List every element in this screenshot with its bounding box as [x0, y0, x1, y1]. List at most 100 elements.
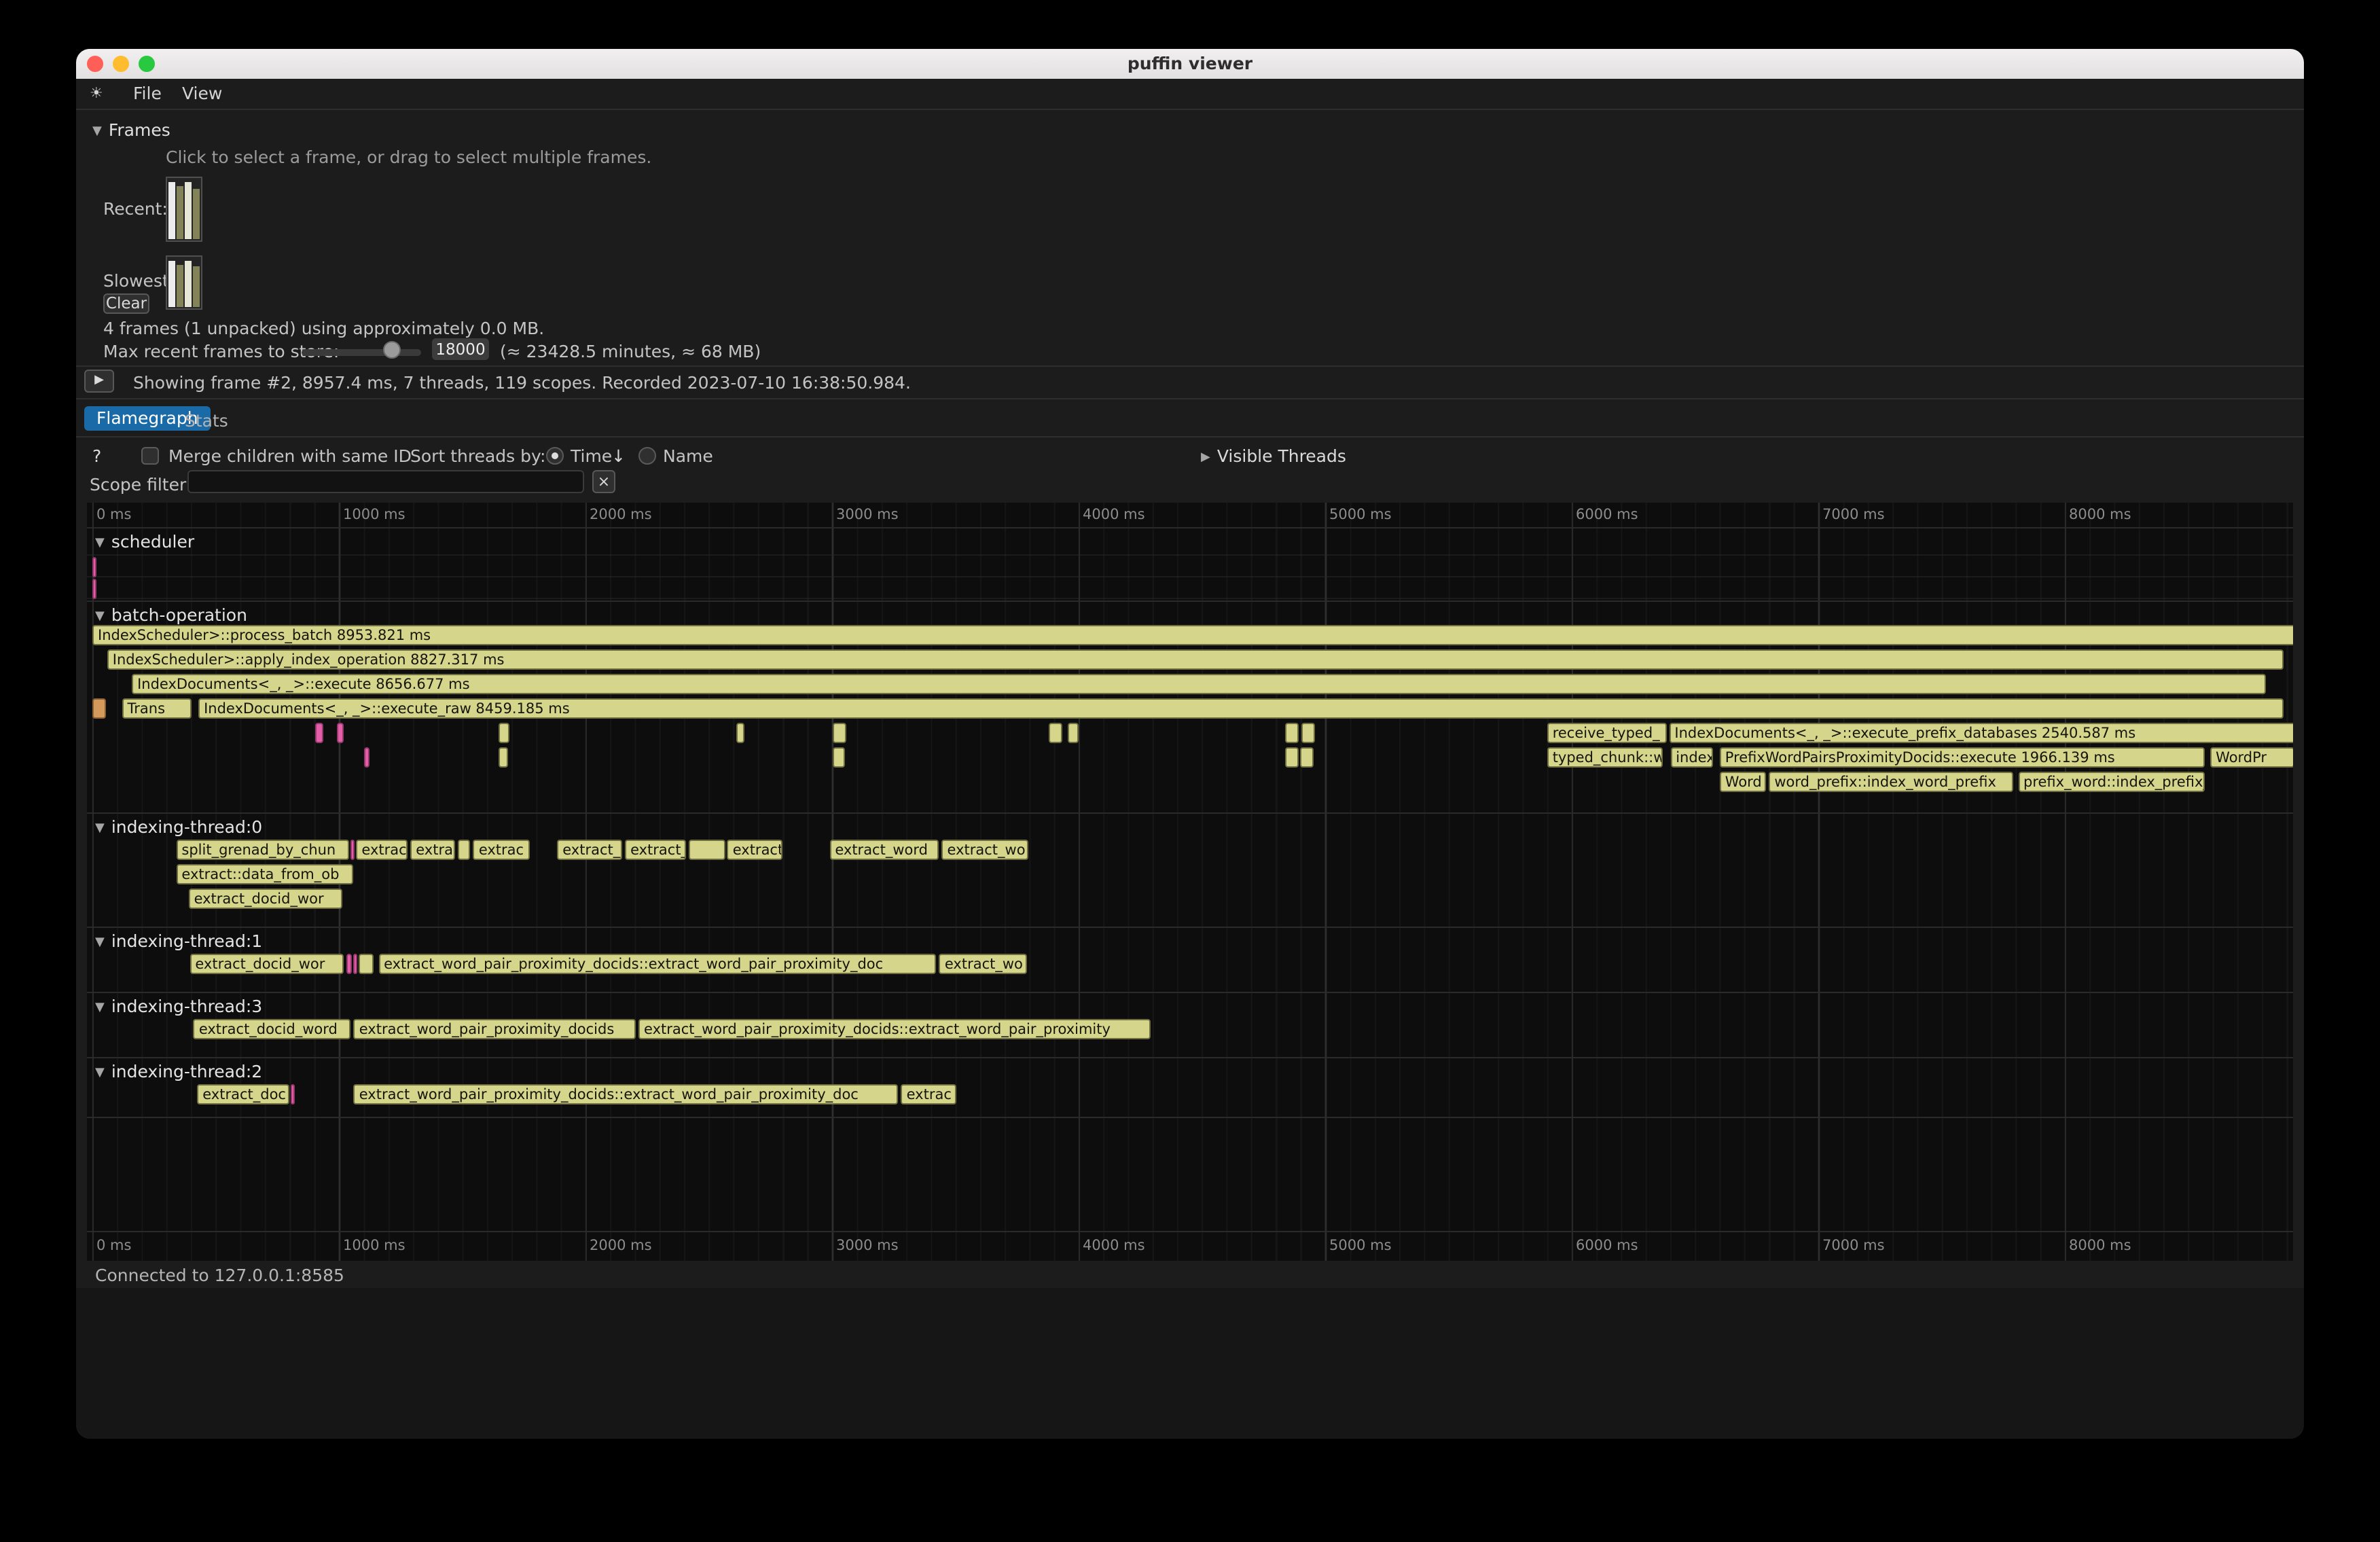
- scope-bar[interactable]: extract: [356, 840, 408, 860]
- scope-bar[interactable]: extract_wo: [939, 954, 1027, 974]
- scope-bar[interactable]: [1286, 723, 1299, 743]
- tab-stats[interactable]: Stats: [185, 410, 228, 431]
- frames-section-header[interactable]: ▼Frames: [92, 120, 170, 143]
- scope-bar[interactable]: IndexDocuments<_, _>::execute 8656.677 m…: [132, 674, 2266, 694]
- max-frames-slider-knob[interactable]: [383, 341, 401, 359]
- scope-bar[interactable]: prefix_word::index_prefix_wo: [2018, 772, 2204, 792]
- scope-bar[interactable]: [350, 840, 355, 860]
- scope-bar[interactable]: word_prefix::index_word_prefix: [1769, 772, 2013, 792]
- scope-bar[interactable]: [1302, 723, 1316, 743]
- thread-header-indexing-thread:3[interactable]: ▼indexing-thread:3: [95, 997, 262, 1018]
- scope-bar[interactable]: IndexScheduler>::process_batch 8953.821 …: [92, 625, 2293, 645]
- scope-bar[interactable]: [1068, 723, 1079, 743]
- frame-bar[interactable]: [168, 182, 175, 239]
- max-frames-slider-track[interactable]: [302, 349, 421, 356]
- frame-bar[interactable]: [168, 261, 175, 307]
- scope-bar[interactable]: index: [1670, 747, 1714, 768]
- thread-header-indexing-thread:1[interactable]: ▼indexing-thread:1: [95, 932, 262, 952]
- scope-bar[interactable]: [359, 954, 374, 974]
- thread-header-indexing-thread:0[interactable]: ▼indexing-thread:0: [95, 818, 262, 838]
- thread-name: indexing-thread:0: [111, 817, 262, 837]
- scope-bar[interactable]: extra: [410, 840, 454, 860]
- frame-bar[interactable]: [185, 261, 192, 307]
- sort-time-radio[interactable]: [546, 447, 564, 465]
- scope-filter-clear-button[interactable]: ×: [592, 470, 615, 493]
- scope-bar[interactable]: [336, 723, 344, 743]
- frame-bar[interactable]: [177, 265, 183, 307]
- scope-bar[interactable]: split_grenad_by_chun: [176, 840, 348, 860]
- recent-frames-label: Recent:: [103, 198, 168, 219]
- scope-bar[interactable]: [457, 840, 469, 860]
- scope-bar[interactable]: extract_word_pair_proximity_docids: [354, 1019, 636, 1039]
- frame-bar[interactable]: [193, 189, 200, 239]
- scope-bar[interactable]: Word: [1720, 772, 1767, 792]
- window-title: puffin viewer: [76, 49, 2304, 79]
- scope-bar[interactable]: extract_: [625, 840, 687, 860]
- scope-bar[interactable]: typed_chunk::w: [1547, 747, 1663, 768]
- scope-bar[interactable]: extract_docid_wor: [190, 954, 344, 974]
- scope-bar[interactable]: extract_word_pair_proximity_docids::extr…: [638, 1019, 1150, 1039]
- scope-bar[interactable]: [346, 954, 351, 974]
- scope-bar[interactable]: [689, 840, 725, 860]
- visible-threads-toggle[interactable]: ▶Visible Threads: [1201, 446, 1346, 469]
- frame-bar[interactable]: [177, 186, 183, 239]
- play-button[interactable]: ▶: [84, 370, 114, 393]
- scope-bar[interactable]: [92, 557, 96, 577]
- help-button[interactable]: ?: [92, 446, 101, 466]
- menu-item-file[interactable]: File: [133, 79, 162, 109]
- scope-bar[interactable]: [832, 747, 844, 768]
- scope-bar[interactable]: [363, 747, 369, 768]
- sort-direction-icon[interactable]: ↓: [611, 446, 626, 466]
- scope-bar[interactable]: [291, 1084, 295, 1105]
- theme-icon[interactable]: ☀: [90, 79, 103, 109]
- flamegraph-canvas[interactable]: 0 ms0 ms1000 ms1000 ms2000 ms2000 ms3000…: [87, 503, 2293, 1261]
- thread-header-scheduler[interactable]: ▼scheduler: [95, 533, 194, 553]
- scope-bar[interactable]: [499, 747, 508, 768]
- scope-bar[interactable]: [1301, 747, 1314, 768]
- scope-bar[interactable]: IndexScheduler>::apply_index_operation 8…: [107, 649, 2284, 670]
- scope-bar[interactable]: PrefixWordPairsProximityDocids::execute …: [1720, 747, 2205, 768]
- scope-bar[interactable]: extract_wo: [942, 840, 1028, 860]
- frame-bar[interactable]: [193, 266, 200, 307]
- scope-bar[interactable]: [832, 723, 847, 743]
- scope-bar[interactable]: extract_docid_wor: [189, 889, 343, 909]
- timeline-tick: 2000 ms: [590, 507, 652, 523]
- merge-children-checkbox[interactable]: [141, 447, 159, 465]
- scope-bar[interactable]: extract: [727, 840, 783, 860]
- scope-bar[interactable]: [92, 579, 96, 599]
- thread-header-batch-operation[interactable]: ▼batch-operation: [95, 606, 247, 626]
- scope-filter-label: Scope filter:: [90, 474, 192, 495]
- menu-item-view[interactable]: View: [182, 79, 222, 109]
- titlebar[interactable]: puffin viewer: [76, 49, 2304, 80]
- scope-bar[interactable]: extract_word_pair_proximity_docids::extr…: [354, 1084, 899, 1105]
- scope-bar[interactable]: IndexDocuments<_, _>::execute_raw 8459.1…: [198, 698, 2284, 719]
- scope-bar[interactable]: [1286, 747, 1298, 768]
- scope-bar[interactable]: extract_word_pair_proximity_docids::extr…: [378, 954, 936, 974]
- scope-bar[interactable]: [353, 954, 357, 974]
- sort-name-radio[interactable]: [638, 447, 656, 465]
- scope-bar[interactable]: [499, 723, 509, 743]
- scope-bar[interactable]: extract::data_from_ob: [176, 864, 353, 884]
- scope-filter-input[interactable]: [187, 470, 584, 493]
- recent-frames-thumbnail[interactable]: [166, 177, 202, 242]
- clear-button[interactable]: Clear: [103, 293, 149, 314]
- scope-bar[interactable]: [736, 723, 744, 743]
- scope-bar[interactable]: extrac: [473, 840, 530, 860]
- scope-bar[interactable]: WordPr: [2210, 747, 2293, 768]
- scope-bar[interactable]: [316, 723, 323, 743]
- scope-bar[interactable]: IndexDocuments<_, _>::execute_prefix_dat…: [1669, 723, 2293, 743]
- scope-bar[interactable]: extract_: [557, 840, 622, 860]
- slowest-frames-thumbnail[interactable]: [166, 255, 202, 310]
- scope-bar[interactable]: [92, 698, 106, 719]
- scope-bar[interactable]: extract_word: [829, 840, 939, 860]
- scope-bar[interactable]: receive_typed_: [1547, 723, 1667, 743]
- frame-bar[interactable]: [185, 182, 192, 239]
- thread-header-indexing-thread:2[interactable]: ▼indexing-thread:2: [95, 1062, 262, 1083]
- row-divider: [87, 554, 2293, 556]
- scope-bar[interactable]: extrac: [901, 1084, 957, 1105]
- scope-bar[interactable]: [1049, 723, 1062, 743]
- scope-bar[interactable]: Trans: [122, 698, 192, 719]
- max-frames-value[interactable]: 18000: [432, 338, 489, 360]
- scope-bar[interactable]: extract_docid_word: [194, 1019, 350, 1039]
- scope-bar[interactable]: extract_doc: [197, 1084, 289, 1105]
